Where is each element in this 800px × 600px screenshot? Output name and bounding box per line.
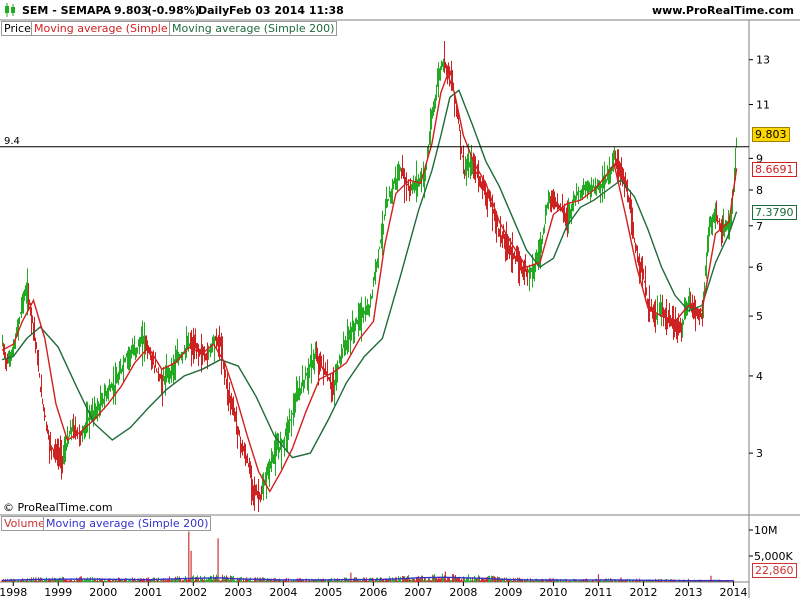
ma200-tag: 7.3790 bbox=[752, 205, 797, 220]
volume-tick-label: 10M bbox=[754, 524, 778, 537]
y-tick-label: 7 bbox=[756, 220, 763, 233]
x-tick-label: 1999 bbox=[44, 586, 72, 599]
x-tick-label: 1998 bbox=[0, 586, 27, 599]
ma50-line bbox=[1, 72, 738, 493]
y-tick-label: 3 bbox=[756, 447, 763, 460]
y-tick-label: 6 bbox=[756, 261, 763, 274]
ma200-line bbox=[1, 89, 738, 459]
y-tick-label: 5 bbox=[756, 310, 763, 323]
x-tick-label: 2010 bbox=[539, 586, 567, 599]
volume-tick-label: 5,000K bbox=[754, 550, 793, 563]
x-tick-label: 2014 bbox=[719, 586, 747, 599]
volume-ma-tag: 22,860 bbox=[752, 563, 797, 578]
legend-price: Price bbox=[1, 21, 34, 36]
x-tick-label: 2007 bbox=[404, 586, 432, 599]
x-tick-label: 2005 bbox=[314, 586, 342, 599]
x-tick-label: 2009 bbox=[494, 586, 522, 599]
x-tick-label: 2000 bbox=[89, 586, 117, 599]
x-tick-label: 2004 bbox=[269, 586, 297, 599]
legend-volume-ma: Moving average (Simple 200) bbox=[43, 516, 212, 531]
legend-ma200: Moving average (Simple 200) bbox=[169, 21, 338, 36]
x-tick-label: 2011 bbox=[584, 586, 612, 599]
chart-canvas: 34567891113 1998 1999 2000 2001 2002 2003 2004… bbox=[0, 19, 800, 599]
y-tick-label: 11 bbox=[756, 99, 770, 112]
x-tick-label: 2006 bbox=[359, 586, 387, 599]
copyright-label: © ProRealTime.com bbox=[3, 501, 113, 514]
volume-series: 10M 5,000K bbox=[1, 524, 793, 582]
y-tick-label: 13 bbox=[756, 54, 770, 67]
x-tick-label: 2012 bbox=[629, 586, 657, 599]
volume-ma-line bbox=[1, 576, 734, 582]
last-price-tag: 9.803 bbox=[752, 127, 790, 142]
ma50-tag: 8.6691 bbox=[752, 162, 797, 177]
hline-label: 9.4 bbox=[4, 136, 20, 147]
x-tick-label: 2001 bbox=[134, 586, 162, 599]
y-tick-label: 4 bbox=[756, 370, 763, 383]
legend-volume: Volume bbox=[1, 516, 48, 531]
price-series bbox=[2, 40, 737, 513]
x-tick-label: 2008 bbox=[449, 586, 477, 599]
x-tick-label: 2002 bbox=[179, 586, 207, 599]
x-tick-label: 2003 bbox=[224, 586, 252, 599]
y-tick-label: 8 bbox=[756, 184, 763, 197]
x-tick-label: 2013 bbox=[674, 586, 702, 599]
